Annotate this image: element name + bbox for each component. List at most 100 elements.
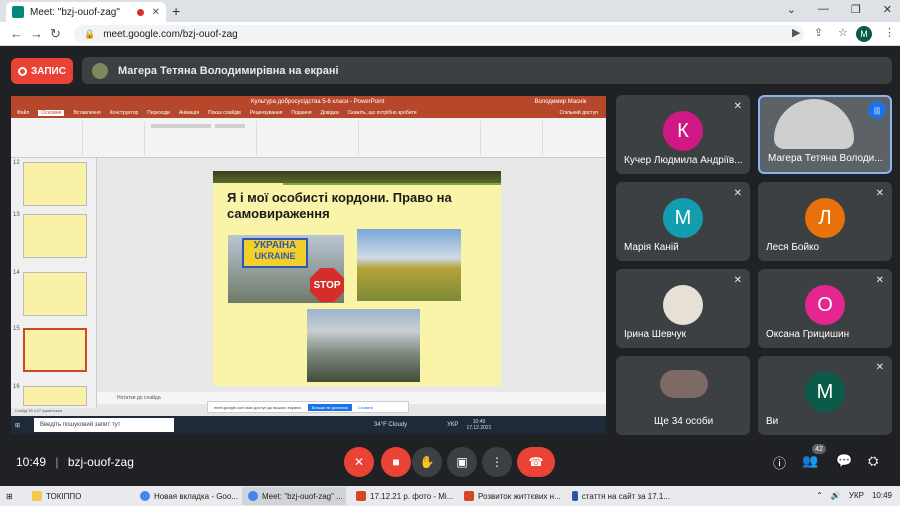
participant-tile[interactable]: ✕ Л Леся Бойко (758, 182, 892, 261)
taskbar-item[interactable]: 17.12.21 р. фото - Mi... (350, 487, 454, 505)
forward-button[interactable]: → (30, 26, 43, 41)
ppt-menu-item[interactable]: Вставлення (73, 110, 100, 116)
browser-tab-bar: Meet: "bzj-ouof-zag" ✕ + ⌄ — ❐ ✕ (0, 0, 900, 22)
mic-toggle-button[interactable]: ✕ (344, 447, 374, 477)
ribbon-clipboard[interactable] (15, 121, 83, 155)
camera-icon[interactable]: ▶ (792, 26, 800, 39)
school-photo (307, 309, 420, 382)
ppt-menu-item[interactable]: Файл (17, 110, 29, 116)
browser-menu-icon[interactable]: ⋮ (884, 26, 895, 39)
ppt-window-title: Культура добросусідства 5-6 класи - Powe… (251, 99, 385, 105)
stop-sign: STOP (310, 268, 344, 302)
remote-date: 17.12.2021 (466, 425, 492, 431)
activities-icon[interactable]: ⛭ (868, 453, 878, 469)
speaking-icon: ||| (868, 101, 886, 119)
participant-tile[interactable]: ✕ М Марія Каній (616, 182, 750, 261)
participant-name: Марія Каній (624, 242, 679, 253)
taskbar-item-label: Розвиток життєвих н... (478, 491, 561, 501)
ribbon-slides[interactable] (85, 121, 145, 155)
reload-button[interactable]: ↻ (50, 26, 61, 42)
tray-lang[interactable]: УКР (849, 491, 864, 500)
field-photo (357, 229, 461, 301)
stop-sharing-button[interactable]: Більше не ділитися (307, 403, 352, 411)
ppt-menu-item[interactable]: Показ слайдів (208, 110, 241, 116)
taskbar-item[interactable]: стаття на сайт за 17.1... (566, 487, 670, 505)
more-participants-tile[interactable]: Ще 34 особи (616, 356, 750, 435)
ribbon-drawing[interactable] (361, 121, 481, 155)
slide-thumbnail[interactable] (23, 386, 87, 406)
remote-clock: 10:49 17.12.2021 (466, 419, 491, 431)
share-icon[interactable]: ⇪ (814, 26, 823, 39)
leave-call-button[interactable]: ☎ (517, 447, 555, 477)
slide-thumbnail-selected[interactable] (23, 328, 87, 372)
participant-tile[interactable]: ✕ Ірина Шевчук (616, 269, 750, 348)
participant-name: Кучер Людмила Андріїв... (624, 155, 743, 166)
presenter-avatar (92, 62, 108, 79)
participant-avatar: К (663, 111, 703, 151)
taskbar-item[interactable]: Розвиток життєвих н... (458, 487, 562, 505)
ppt-menu-item[interactable]: Подання (291, 110, 311, 116)
ppt-menu-item[interactable]: Основне (38, 110, 65, 116)
thumb-number: 16 (13, 384, 20, 390)
participant-tile-active[interactable]: ||| Магера Тетяна Володи... (758, 95, 892, 174)
people-icon[interactable]: 👥 (802, 453, 818, 469)
volume-icon[interactable]: 🔊 (831, 491, 841, 500)
close-window-button[interactable]: ✕ (883, 3, 892, 16)
mic-off-icon: ✕ (733, 275, 742, 286)
minimize-button[interactable]: — (818, 3, 829, 16)
lock-icon: 🔒 (84, 28, 96, 39)
font-box[interactable] (151, 124, 211, 128)
folder-icon (32, 491, 42, 501)
info-icon[interactable]: ⓘ (773, 453, 786, 472)
ppt-share[interactable]: Спільний доступ (560, 110, 598, 116)
chat-icon[interactable]: 💬 (836, 453, 852, 469)
camera-toggle-button[interactable]: ■ (381, 447, 411, 477)
taskbar-item-label: ТОКІППО (46, 491, 82, 501)
self-tile[interactable]: ✕ М Ви (758, 356, 892, 435)
ppt-user: Володимир Маснік (534, 99, 587, 105)
restore-button[interactable]: ❐ (851, 3, 861, 16)
ppt-menu-item[interactable]: Конструктор (110, 110, 139, 116)
taskbar-item[interactable]: ТОКІППО (26, 487, 130, 505)
close-tab-icon[interactable]: ✕ (152, 7, 160, 18)
chevron-up-icon[interactable]: ⌃ (816, 491, 823, 500)
ribbon-editing[interactable] (483, 121, 543, 155)
meet-favicon-icon (12, 6, 24, 18)
profile-avatar[interactable]: M (856, 26, 872, 42)
ppt-menu-item[interactable]: Рецензування (250, 110, 283, 116)
back-button[interactable]: ← (10, 26, 23, 41)
url-input[interactable]: 🔒 meet.google.com/bzj-ouof-zag (74, 25, 804, 43)
weather-text: 34°F Cloudy (374, 422, 408, 428)
raise-hand-button[interactable]: ✋ (412, 447, 442, 477)
ppt-menu-item[interactable]: Довідка (321, 110, 339, 116)
participant-tile[interactable]: ✕ О Оксана Грицишин (758, 269, 892, 348)
browser-tab[interactable]: Meet: "bzj-ouof-zag" ✕ (6, 2, 166, 22)
chevron-down-icon[interactable]: ⌄ (787, 3, 796, 16)
slide-thumbnail[interactable] (23, 272, 87, 316)
bookmark-star-icon[interactable]: ☆ (838, 26, 848, 39)
ribbon-paragraph[interactable] (259, 121, 359, 155)
participant-avatar: М (663, 198, 703, 238)
present-button[interactable]: ▣ (447, 447, 477, 477)
start-button[interactable]: ⊞ (0, 487, 22, 505)
more-options-button[interactable]: ⋮ (482, 447, 512, 477)
ppt-tell-me[interactable]: Скажіть, що потрібно зробити (348, 110, 417, 116)
thumb-number: 14 (13, 270, 20, 276)
address-bar: ← → ↻ 🔒 meet.google.com/bzj-ouof-zag ▶ ⇪… (0, 22, 900, 46)
ppt-menu-item[interactable]: Переходи (147, 110, 170, 116)
new-tab-button[interactable]: + (172, 3, 180, 19)
font-size-box[interactable] (215, 124, 245, 128)
slide-thumbnail[interactable] (23, 162, 87, 206)
taskbar-item-active[interactable]: Meet: "bzj-ouof-zag" ... (242, 487, 346, 505)
taskbar-item[interactable]: Новая вкладка - Goo... (134, 487, 238, 505)
tray-time[interactable]: 10:49 (872, 491, 892, 500)
slide-thumbnail[interactable] (23, 214, 87, 258)
window-controls: ⌄ — ❐ ✕ (787, 3, 892, 16)
hide-button[interactable]: Сховати (358, 405, 373, 410)
sign-text-ua: УКРАЇНА (253, 240, 297, 251)
recording-button[interactable]: ЗАПИС (11, 58, 73, 84)
meeting-code: bzj-ouof-zag (67, 455, 134, 469)
participant-tile[interactable]: ✕ К Кучер Людмила Андріїв... (616, 95, 750, 174)
ppt-menu-item[interactable]: Анімація (179, 110, 199, 116)
ppt-titlebar: Культура добросусідства 5-6 класи - Powe… (11, 96, 606, 108)
